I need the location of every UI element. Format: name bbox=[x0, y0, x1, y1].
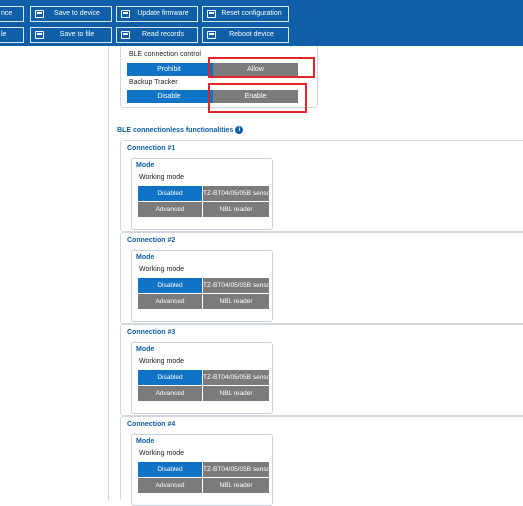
nbl-reader-option[interactable]: NBL reader bbox=[203, 478, 269, 493]
reboot-icon bbox=[207, 31, 216, 39]
save-device-icon bbox=[35, 10, 44, 18]
update-firmware-icon bbox=[121, 10, 130, 18]
allow-highlight bbox=[208, 57, 315, 78]
backup-tracker-label: Backup Tracker bbox=[129, 79, 178, 86]
working-mode-selector: Disabled TZ-BT04/05/05B sensor Advanced … bbox=[138, 462, 269, 494]
mode-box: Mode Working mode Disabled TZ-BT04/05/05… bbox=[131, 434, 273, 506]
mode-box: Mode Working mode Disabled TZ-BT04/05/05… bbox=[131, 250, 273, 322]
connection-title: Connection #1 bbox=[127, 145, 176, 152]
connection-title: Connection #3 bbox=[127, 329, 176, 336]
save-to-device-label: Save to device bbox=[54, 10, 100, 17]
connection-panel-2: Connection #2 Mode Working mode Disabled… bbox=[120, 232, 523, 324]
connectionless-title-text: BLE connectionless functionalities bbox=[117, 126, 234, 134]
toolbar: nce Save to device Update firmware Reset… bbox=[0, 0, 523, 46]
read-records-icon bbox=[121, 31, 130, 39]
connection-title: Connection #2 bbox=[127, 237, 176, 244]
mode-title: Mode bbox=[136, 162, 155, 169]
nbl-reader-option[interactable]: NBL reader bbox=[203, 386, 269, 401]
tz-sensor-option[interactable]: TZ-BT04/05/05B sensor bbox=[203, 370, 269, 385]
reset-configuration-label: Reset configuration bbox=[221, 10, 282, 17]
working-mode-selector: Disabled TZ-BT04/05/05B sensor Advanced … bbox=[138, 278, 269, 310]
tz-sensor-option[interactable]: TZ-BT04/05/05B sensor bbox=[203, 278, 269, 293]
mode-title: Mode bbox=[136, 254, 155, 261]
working-mode-selector: Disabled TZ-BT04/05/05B sensor Advanced … bbox=[138, 370, 269, 402]
save-to-file-label: Save to file bbox=[59, 31, 95, 38]
reboot-device-button[interactable]: Reboot device bbox=[202, 27, 289, 43]
info-icon[interactable]: i bbox=[235, 126, 244, 134]
nbl-reader-option[interactable]: NBL reader bbox=[203, 202, 269, 217]
reset-icon bbox=[207, 10, 216, 18]
disabled-option[interactable]: Disabled bbox=[138, 186, 202, 201]
prohibit-option[interactable]: Prohibit bbox=[127, 63, 211, 76]
disabled-option[interactable]: Disabled bbox=[138, 278, 202, 293]
update-firmware-button[interactable]: Update firmware bbox=[116, 6, 198, 22]
save-file-icon bbox=[35, 31, 44, 39]
connection-panel-1: Connection #1 Mode Working mode Disabled… bbox=[120, 140, 523, 232]
working-mode-label: Working mode bbox=[139, 266, 185, 273]
partial-toolbar-button-1[interactable]: nce bbox=[0, 6, 24, 22]
reboot-device-label: Reboot device bbox=[229, 31, 274, 38]
mode-title: Mode bbox=[136, 346, 155, 353]
tz-sensor-option[interactable]: TZ-BT04/05/05B sensor bbox=[203, 186, 269, 201]
nbl-reader-option[interactable]: NBL reader bbox=[203, 294, 269, 309]
update-firmware-label: Update firmware bbox=[137, 10, 189, 17]
partial-toolbar-button-2[interactable]: le bbox=[0, 27, 24, 43]
reset-configuration-button[interactable]: Reset configuration bbox=[202, 6, 289, 22]
partial-button-label: nce bbox=[1, 10, 13, 17]
read-records-label: Read records bbox=[141, 31, 185, 38]
working-mode-label: Working mode bbox=[139, 450, 185, 457]
save-to-file-button[interactable]: Save to file bbox=[30, 27, 112, 43]
mode-title: Mode bbox=[136, 438, 155, 445]
ble-connection-control-label: BLE connection control bbox=[129, 51, 201, 58]
save-to-device-button[interactable]: Save to device bbox=[30, 6, 112, 22]
disabled-option[interactable]: Disabled bbox=[138, 370, 202, 385]
enable-highlight bbox=[208, 83, 307, 113]
working-mode-label: Working mode bbox=[139, 358, 185, 365]
disable-option[interactable]: Disable bbox=[127, 90, 211, 103]
advanced-option[interactable]: Advanced bbox=[138, 478, 202, 493]
connectionless-title: BLE connectionless functionalities i bbox=[117, 126, 244, 134]
advanced-option[interactable]: Advanced bbox=[138, 386, 202, 401]
read-records-button[interactable]: Read records bbox=[116, 27, 198, 43]
connection-title: Connection #4 bbox=[127, 421, 176, 428]
section-border bbox=[108, 46, 109, 500]
advanced-option[interactable]: Advanced bbox=[138, 202, 202, 217]
connection-panel-3: Connection #3 Mode Working mode Disabled… bbox=[120, 324, 523, 416]
tz-sensor-option[interactable]: TZ-BT04/05/05B sensor bbox=[203, 462, 269, 477]
advanced-option[interactable]: Advanced bbox=[138, 294, 202, 309]
working-mode-label: Working mode bbox=[139, 174, 185, 181]
partial-button-label: le bbox=[1, 31, 7, 38]
connection-panel-4: Connection #4 Mode Working mode Disabled… bbox=[120, 416, 523, 506]
mode-box: Mode Working mode Disabled TZ-BT04/05/05… bbox=[131, 158, 273, 230]
mode-box: Mode Working mode Disabled TZ-BT04/05/05… bbox=[131, 342, 273, 414]
working-mode-selector: Disabled TZ-BT04/05/05B sensor Advanced … bbox=[138, 186, 269, 218]
disabled-option[interactable]: Disabled bbox=[138, 462, 202, 477]
